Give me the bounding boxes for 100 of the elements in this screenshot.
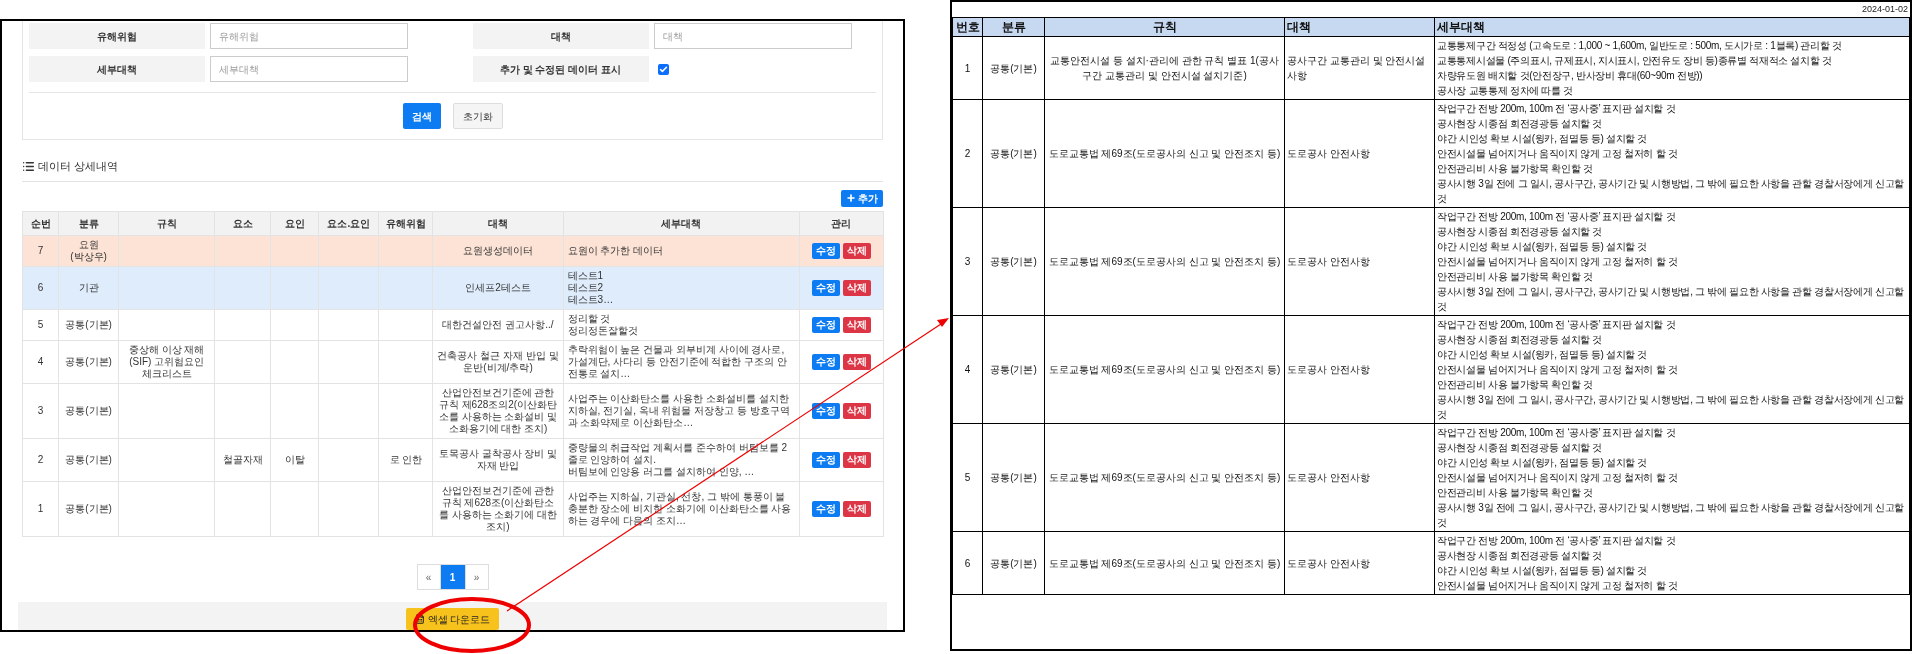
detail-line: 공사시행 3일 전에 그 일시, 공사구간, 공사기간 및 시행방법, 그 밖에 필요한 사항을 관할 경찰서장에게 신고할 것 — [1437, 501, 1905, 530]
column-header: 관리 — [799, 211, 884, 235]
delete-button[interactable]: 삭제 — [842, 402, 871, 419]
table-cell: 테스트1 테스트2 테스트3… — [567, 269, 614, 305]
column-header: 세부대책 — [563, 211, 800, 235]
table-cell: 토목공사 굴착공사 장비 및 자재 반입 — [438, 447, 558, 471]
section-title: 데이터 상세내역 — [38, 159, 119, 174]
table-cell: 6 — [37, 281, 44, 293]
table-cell: 공통(기본) — [990, 256, 1037, 267]
table-cell: 도로공사 안전사항 — [1287, 256, 1370, 267]
checkbox[interactable] — [657, 63, 669, 75]
table-cell: 6 — [964, 557, 971, 569]
detail-line: 작업구간 전방 200m, 100m 전 ‘공사중’ 표지판 설치할 것 — [1437, 534, 1677, 548]
table-cell: 공통(기본) — [65, 318, 112, 330]
edit-button[interactable]: 수정 — [811, 316, 840, 333]
table-cell: 건축공사 철근 자재 반입 및 운반(비계/추락) — [437, 349, 559, 373]
detail-line: 작업구간 전방 200m, 100m 전 ‘공사중’ 표지판 설치할 것 — [1437, 318, 1677, 332]
detail-line: 야간 시인성 확보 시설(윙카, 점멸등 등) 설치할 것 — [1437, 132, 1649, 146]
column-header: 요소 — [214, 211, 271, 235]
table-cell: 요원 (박상우) — [70, 238, 107, 262]
delete-button[interactable]: 삭제 — [842, 451, 871, 468]
column-header: 번호 — [952, 17, 983, 37]
list-icon — [22, 159, 35, 173]
table-cell: 도로교통법 제69조(도로공사의 신고 및 안전조치 등) — [1048, 472, 1281, 483]
detail-line: 공사장 교통통제 정차에 따를 것 — [1437, 84, 1574, 98]
detail-line: 작업구간 전방 200m, 100m 전 ‘공사중’ 표지판 설치할 것 — [1437, 210, 1677, 224]
table-cell: 산업안전보건기준에 관한 규칙 제628조의2(이산화탄소를 사용하는 소화설비 및 소화용기에 대한 조치) — [438, 386, 558, 434]
detail-line: 야간 시인성 확보 시설(윙카, 점멸등 등) 설치할 것 — [1437, 240, 1649, 254]
edit-button[interactable]: 수정 — [811, 500, 840, 517]
table-cell: 도로교통법 제69조(도로공사의 신고 및 안전조치 등) — [1048, 557, 1281, 569]
field-label: 세부대책 — [29, 56, 205, 82]
text-field[interactable]: 세부대책 — [210, 56, 408, 82]
table-cell: 3 — [964, 256, 971, 267]
field-label: 추가 및 수정된 데이터 표시 — [472, 56, 649, 82]
table-cell: 도로공사 안전사항 — [1287, 364, 1370, 375]
edit-button[interactable]: 수정 — [811, 402, 840, 419]
table-cell: 4 — [37, 355, 44, 367]
delete-button[interactable]: 삭제 — [842, 500, 871, 517]
column-header: 분류 — [982, 17, 1045, 37]
edit-button[interactable]: 수정 — [811, 353, 840, 370]
detail-line: 안전관리비 사용 불가항목 확인할 것 — [1437, 270, 1594, 284]
table-cell: 요원이 추가한 데이터 — [567, 244, 664, 256]
page-button[interactable]: 1 — [440, 565, 465, 589]
delete-button[interactable]: 삭제 — [842, 316, 871, 333]
detail-line: 차량유도원 배치할 것(안전장구, 반사장비 휴대(60~90m 전방)) — [1437, 69, 1704, 83]
detail-line: 야간 시인성 확보 시설(윙카, 점멸등 등) 설치할 것 — [1437, 456, 1649, 470]
delete-button[interactable]: 삭제 — [842, 242, 871, 259]
edit-button[interactable]: 수정 — [811, 279, 840, 296]
table-cell: 인세프2테스트 — [465, 281, 531, 293]
table-cell: 공통(기본) — [990, 62, 1037, 74]
table-cell: 이탈 — [284, 453, 305, 465]
detail-line: 공사시행 3일 전에 그 일시, 공사구간, 공사기간 및 시행방법, 그 밖에 필요한 사항을 관할 경찰서장에게 신고할 것 — [1437, 285, 1905, 314]
search-button[interactable]: 검색 — [402, 103, 441, 129]
previous-page-button[interactable]: « — [417, 565, 441, 589]
column-header: 분류 — [58, 211, 119, 235]
plus-icon — [846, 193, 856, 203]
table-cell: 산업안전보건기준에 관한 규칙 제628조(이산화탄소를 사용하는 소화기에 대한 조치) — [438, 484, 558, 532]
table-cell: 공사구간 교통관리 및 안전시설 사항 — [1287, 55, 1426, 81]
column-header: 유해위험 — [378, 211, 433, 235]
table-cell: 7 — [37, 244, 44, 256]
detail-line: 공사현장 시종점 회전경광등 설치할 것 — [1437, 441, 1604, 455]
detail-line: 안전시설물 넘어지거나 움직이지 않게 고정 철저히 할 것 — [1437, 579, 1679, 593]
edit-button[interactable]: 수정 — [811, 242, 840, 259]
table-cell: 3 — [37, 404, 44, 416]
text-field[interactable]: 대책 — [653, 23, 852, 49]
detail-line: 공사현장 시종점 회전경광등 설치할 것 — [1437, 117, 1604, 131]
column-header: 세부대책 — [1434, 17, 1910, 37]
table-cell: 공통(기본) — [990, 472, 1037, 483]
table-cell: 공통(기본) — [990, 557, 1037, 569]
delete-button[interactable]: 삭제 — [842, 279, 871, 296]
table-cell: 공통(기본) — [65, 453, 112, 465]
add-button[interactable]: 추가 — [841, 189, 883, 207]
column-header: 순번 — [22, 211, 59, 235]
field-label: 대책 — [472, 23, 649, 49]
detail-line: 공사시행 3일 전에 그 일시, 공사구간, 공사기간 및 시행방법, 그 밖에 필요한 사항을 관할 경찰서장에게 신고할 것 — [1437, 393, 1905, 422]
detail-line: 안전시설물 넘어지거나 움직이지 않게 고정 철저히 할 것 — [1437, 471, 1679, 485]
table-cell: 정리할 것 정리정돈잘할것 — [567, 312, 638, 336]
table-cell: 공통(기본) — [65, 404, 112, 416]
edit-button[interactable]: 수정 — [811, 451, 840, 468]
reset-button[interactable]: 초기화 — [452, 103, 503, 129]
detail-line: 야간 시인성 확보 시설(윙카, 점멸등 등) 설치할 것 — [1437, 348, 1649, 362]
column-header: 대책 — [1284, 17, 1435, 37]
table-cell: 추락위험이 높은 건물과 외부비계 사이에 경사로, 가설계단, 사다리 등 안전기준에 적합한 구조의 안전통로 설치… — [567, 343, 788, 379]
detail-line: 공사시행 3일 전에 그 일시, 공사구간, 공사기간 및 시행방법, 그 밖에 필요한 사항을 관할 경찰서장에게 신고할 것 — [1437, 177, 1905, 206]
detail-line: 안전시설물 넘어지거나 움직이지 않게 고정 철저히 할 것 — [1437, 363, 1679, 377]
table-cell: 공통(기본) — [65, 502, 112, 514]
delete-button[interactable]: 삭제 — [842, 353, 871, 370]
excel-download-button[interactable]: 엑셀 다운로드 — [405, 608, 500, 630]
table-cell: 도로공사 안전사항 — [1287, 472, 1370, 483]
table-cell: 1 — [37, 502, 44, 514]
table-cell: 5 — [37, 318, 44, 330]
table-cell: 5 — [964, 472, 971, 483]
detail-line: 공사현장 시종점 회전경광등 설치할 것 — [1437, 225, 1604, 239]
table-cell: 대한건설안전 권고사항../ — [442, 318, 554, 330]
next-page-button[interactable]: » — [464, 565, 488, 589]
column-header: 대책 — [432, 211, 564, 235]
text-field[interactable]: 유해위험 — [210, 23, 408, 49]
table-cell: 사업주는 이산화탄소를 사용한 소화설비를 설치한 지하실, 전기실, 옥내 위험물 저장창고 등 방호구역과 소화약제로 이산화탄소… — [567, 392, 790, 428]
detail-line: 작업구간 전방 200m, 100m 전 ‘공사중’ 표지판 설치할 것 — [1437, 426, 1677, 440]
detail-line: 교통통제시설물 (주의표시, 규제표시, 지시표시, 안전유도 장비 등)종류별 적재적소 설치할 것 — [1437, 54, 1833, 68]
